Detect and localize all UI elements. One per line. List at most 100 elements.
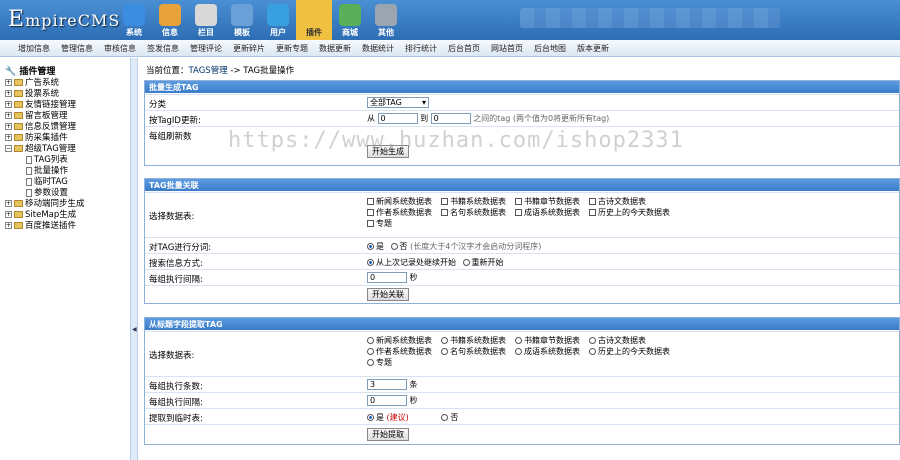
folder-icon: [14, 90, 23, 97]
start-extract-button[interactable]: 开始提取: [367, 428, 409, 441]
subnav-link[interactable]: 增加信息: [18, 43, 50, 54]
expand-icon[interactable]: +: [5, 211, 12, 218]
table-cb-checkbox[interactable]: [367, 209, 374, 216]
subnav-link[interactable]: 审核信息: [104, 43, 136, 54]
subnav-link[interactable]: 后台首页: [448, 43, 480, 54]
sub-nav: 增加信息 管理信息 审核信息 签发信息 管理评论 更新碎片 更新专题 数据更新 数据统计 排行统计…: [0, 40, 900, 57]
temp-yes-radio[interactable]: [367, 414, 374, 421]
table-cb-checkbox[interactable]: [589, 209, 596, 216]
collapse-arrow-icon[interactable]: ◀: [132, 326, 137, 333]
document-icon: [26, 177, 32, 186]
document-icon: [26, 188, 32, 197]
panel-extract-title: 从标题字段提取TAG 选择数据表: 新闻系统数据表 书籍系统数据表 书籍章节数据表古…: [144, 317, 900, 445]
topnav-gear[interactable]: 其他: [368, 0, 404, 40]
table-rd-radio[interactable]: [367, 359, 374, 366]
table-cb-checkbox[interactable]: [367, 220, 374, 227]
collapse-icon[interactable]: −: [5, 145, 12, 152]
split-yes-radio[interactable]: [367, 243, 374, 250]
folder-icon: [14, 200, 23, 207]
table-rd-radio[interactable]: [589, 337, 596, 344]
main-content: 当前位置：TAGS管理 -> TAG批量操作 批量生成TAG 分类 全部TAG …: [140, 58, 900, 460]
table-cb-checkbox[interactable]: [441, 198, 448, 205]
logo: EmpireCMS: [8, 7, 121, 32]
subnav-link[interactable]: 更新专题: [276, 43, 308, 54]
blurred-user-info: [520, 8, 780, 28]
table-cb-checkbox[interactable]: [367, 198, 374, 205]
topnav-template[interactable]: 模板: [224, 0, 260, 40]
expand-icon[interactable]: +: [5, 134, 12, 141]
table-rd-radio[interactable]: [515, 348, 522, 355]
folder-icon: [14, 222, 23, 229]
document-icon: [26, 166, 32, 175]
sidebar-item[interactable]: + 百度推送插件: [5, 219, 76, 231]
resume-radio[interactable]: [367, 259, 374, 266]
subnav-link[interactable]: 后台地图: [534, 43, 566, 54]
topnav-folder[interactable]: 栏目: [188, 0, 224, 40]
topnav-plugin[interactable]: 插件: [296, 0, 332, 40]
topnav-shop[interactable]: 商城: [332, 0, 368, 40]
sidebar-toggle[interactable]: ◀: [130, 58, 138, 460]
subnav-link[interactable]: 签发信息: [147, 43, 179, 54]
table-rd-radio[interactable]: [515, 337, 522, 344]
interval-input[interactable]: 0: [367, 395, 407, 406]
table-cb-checkbox[interactable]: [515, 198, 522, 205]
folder-icon: [14, 145, 23, 152]
folder-icon: [14, 79, 23, 86]
folder-icon: [14, 134, 23, 141]
expand-icon[interactable]: +: [5, 123, 12, 130]
plugin-icon: [303, 4, 325, 26]
subnav-link[interactable]: 数据更新: [319, 43, 351, 54]
expand-icon[interactable]: +: [5, 222, 12, 229]
topnav-globe[interactable]: 系统: [116, 0, 152, 40]
folder-icon: [14, 101, 23, 108]
folder-icon: [14, 123, 23, 130]
expand-icon[interactable]: +: [5, 101, 12, 108]
edit-icon: [159, 4, 181, 26]
temp-no-radio[interactable]: [441, 414, 449, 421]
folder-icon: [195, 4, 217, 26]
sidebar: 🔧 插件管理 + 广告系统 + 投票系统 + 友情链接管理 + 留言板管理 + 信息反馈管理 + 防采…: [0, 58, 130, 460]
class-select[interactable]: 全部TAG: [367, 97, 429, 108]
table-cb-checkbox[interactable]: [515, 209, 522, 216]
subnav-link[interactable]: 网站首页: [491, 43, 523, 54]
subnav-link[interactable]: 更新碎片: [233, 43, 265, 54]
table-cb-checkbox[interactable]: [589, 198, 596, 205]
panel-batch-link: TAG批量关联 选择数据表: 新闻系统数据表 书籍系统数据表 书籍章节数据表 古诗文数…: [144, 178, 900, 304]
subnav-link[interactable]: 排行统计: [405, 43, 437, 54]
expand-icon[interactable]: +: [5, 79, 12, 86]
shop-icon: [339, 4, 361, 26]
breadcrumb-link[interactable]: TAGS管理: [189, 66, 228, 76]
table-cb-checkbox[interactable]: [441, 209, 448, 216]
table-rd-radio[interactable]: [367, 337, 374, 344]
from-id-input[interactable]: 0: [377, 113, 418, 124]
interval-input[interactable]: 0: [367, 272, 407, 283]
folder-icon: [14, 112, 23, 119]
panel-title: TAG批量关联: [145, 179, 899, 191]
panel-batch-generate: 批量生成TAG 分类 全部TAG 按TagID更新: 从 0 到 0 之间的ta…: [144, 80, 900, 166]
table-rd-radio[interactable]: [441, 337, 448, 344]
table-rd-radio[interactable]: [441, 348, 448, 355]
table-rd-radio[interactable]: [589, 348, 596, 355]
gear-icon: [375, 4, 397, 26]
to-id-input[interactable]: 0: [430, 113, 471, 124]
user-icon: [267, 4, 289, 26]
panel-title: 批量生成TAG: [145, 81, 899, 93]
start-link-button[interactable]: 开始关联: [367, 288, 409, 301]
topnav-edit[interactable]: 信息: [152, 0, 188, 40]
globe-icon: [123, 4, 145, 26]
expand-icon[interactable]: +: [5, 90, 12, 97]
topnav-user[interactable]: 用户: [260, 0, 296, 40]
expand-icon[interactable]: +: [5, 200, 12, 207]
subnav-link[interactable]: 管理评论: [190, 43, 222, 54]
restart-radio[interactable]: [462, 259, 470, 266]
count-input[interactable]: 3: [367, 379, 407, 390]
subnav-link[interactable]: 版本更新: [577, 43, 609, 54]
table-rd-radio[interactable]: [367, 348, 374, 355]
expand-icon[interactable]: +: [5, 112, 12, 119]
split-no-radio[interactable]: [390, 243, 398, 250]
subnav-link[interactable]: 数据统计: [362, 43, 394, 54]
document-icon: [26, 155, 32, 164]
subnav-link[interactable]: 管理信息: [61, 43, 93, 54]
folder-icon: [14, 211, 23, 218]
template-icon: [231, 4, 253, 26]
